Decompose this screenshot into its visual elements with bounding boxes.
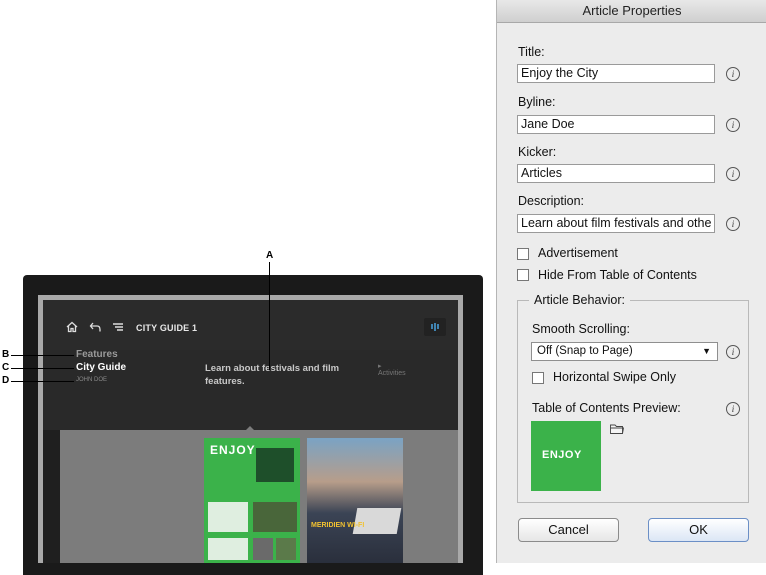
next-article-link[interactable]: ▸ Activities xyxy=(378,362,406,377)
toc-preview-label: Table of Contents Preview: xyxy=(532,401,681,415)
kicker-label: Kicker: xyxy=(518,145,557,159)
horizontal-swipe-checkbox[interactable] xyxy=(532,372,544,384)
callout-b: B xyxy=(2,349,10,360)
next-arrow: ▸ xyxy=(378,363,382,370)
description-field[interactable]: Learn about film festivals and othe xyxy=(517,214,715,233)
callout-c-line xyxy=(11,368,74,369)
thumbnail-title: ENJOY xyxy=(210,443,256,457)
next-article-label: Activities xyxy=(378,370,406,377)
description-label: Description: xyxy=(518,194,584,208)
home-icon[interactable] xyxy=(66,321,78,333)
smooth-scrolling-select[interactable]: Off (Snap to Page) ▼ xyxy=(531,342,718,361)
toc-preview-image: ENJOY xyxy=(531,421,601,491)
thumbnail-text xyxy=(208,538,248,560)
info-icon[interactable]: i xyxy=(726,167,740,181)
toc-preview-text: ENJOY xyxy=(542,449,582,461)
article-title[interactable]: City Guide xyxy=(76,362,126,373)
tablet-screen: CITY GUIDE 1 Features City Guide JOHN DO… xyxy=(43,300,458,563)
toc-icon[interactable] xyxy=(112,321,124,333)
advertisement-label[interactable]: Advertisement xyxy=(538,246,618,260)
cancel-button[interactable]: Cancel xyxy=(518,518,619,542)
info-icon[interactable]: i xyxy=(726,345,740,359)
dialog-title: Article Properties xyxy=(497,0,766,23)
advertisement-checkbox[interactable] xyxy=(517,248,529,260)
callout-d-line xyxy=(11,381,74,382)
article-thumbnail-meridien[interactable]: MERIDIEN WI-FI xyxy=(307,438,403,563)
back-icon[interactable] xyxy=(89,321,101,333)
callout-d: D xyxy=(2,375,10,386)
hide-toc-label[interactable]: Hide From Table of Contents xyxy=(538,268,697,282)
info-icon[interactable]: i xyxy=(726,402,740,416)
byline-label: Byline: xyxy=(518,95,556,109)
laptop-image xyxy=(352,508,402,534)
thumbnail-photo xyxy=(253,502,297,532)
article-description: Learn about festivals and film features. xyxy=(205,363,340,387)
callout-a: A xyxy=(266,250,274,261)
article-byline: JOHN DOE xyxy=(76,377,108,383)
thumbnail-block xyxy=(256,448,294,482)
kicker-field[interactable]: Articles xyxy=(517,164,715,183)
article-thumbnail-enjoy[interactable]: ENJOY xyxy=(204,438,300,563)
thumbnail-text xyxy=(208,502,248,532)
smooth-scrolling-value: Off (Snap to Page) xyxy=(537,345,633,357)
thumbnail-title: MERIDIEN WI-FI xyxy=(311,522,365,529)
smooth-scrolling-label: Smooth Scrolling: xyxy=(532,322,630,336)
signal-icon xyxy=(431,323,439,331)
title-label: Title: xyxy=(518,45,545,59)
signal-button[interactable] xyxy=(424,318,446,336)
app-toolbar: CITY GUIDE 1 xyxy=(43,300,458,350)
article-kicker: Features xyxy=(76,349,118,360)
chevron-down-icon: ▼ xyxy=(702,346,711,356)
info-icon[interactable]: i xyxy=(726,118,740,132)
thumbnail-photo xyxy=(253,538,273,560)
article-properties-dialog: Article Properties Title: Enjoy the City… xyxy=(496,0,766,563)
horizontal-swipe-label[interactable]: Horizontal Swipe Only xyxy=(553,370,676,384)
title-field[interactable]: Enjoy the City xyxy=(517,64,715,83)
folder-icon[interactable] xyxy=(610,424,624,434)
callout-a-line xyxy=(269,262,270,370)
callout-c: C xyxy=(2,362,10,373)
panel-caret xyxy=(245,426,255,431)
callout-b-line xyxy=(11,355,74,356)
hide-toc-checkbox[interactable] xyxy=(517,269,529,281)
info-icon[interactable]: i xyxy=(726,67,740,81)
info-icon[interactable]: i xyxy=(726,217,740,231)
ok-button[interactable]: OK xyxy=(648,518,749,542)
thumbnail-photo xyxy=(276,538,296,560)
byline-field[interactable]: Jane Doe xyxy=(517,115,715,134)
publication-title: CITY GUIDE 1 xyxy=(136,323,198,333)
article-behavior-legend: Article Behavior: xyxy=(529,293,631,307)
